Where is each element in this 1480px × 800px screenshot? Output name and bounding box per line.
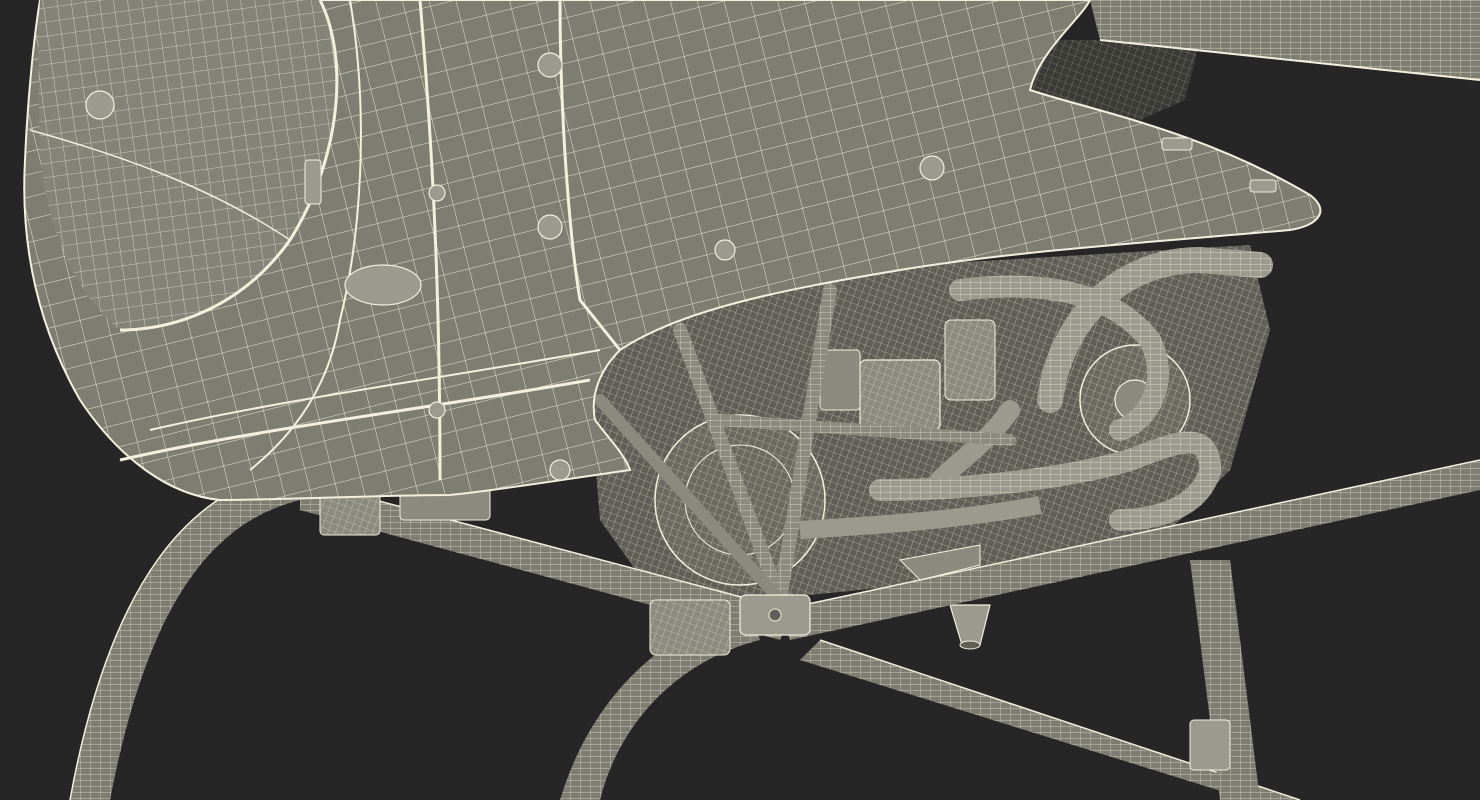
- wireframe-render: [0, 0, 1480, 800]
